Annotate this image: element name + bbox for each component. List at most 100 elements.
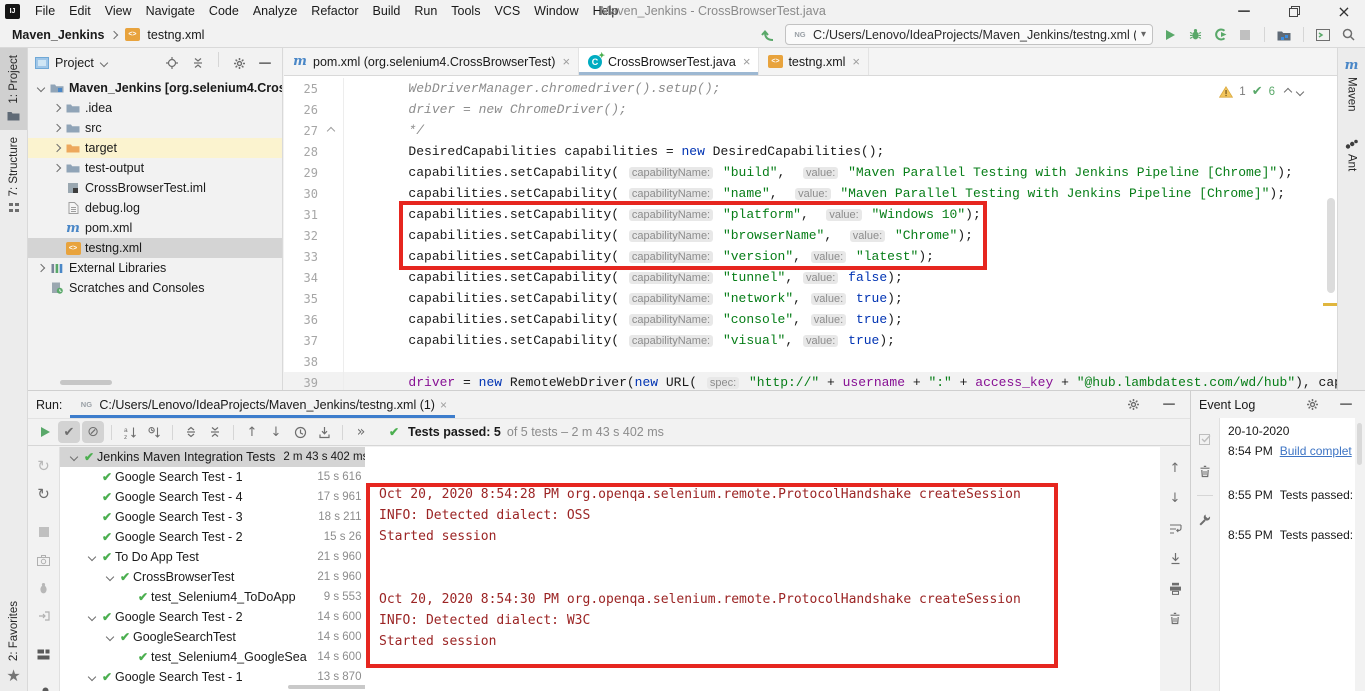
test-tree-row[interactable]: ✔GoogleSearchTest14 s 600 ms xyxy=(60,627,388,647)
code-line-28[interactable]: 28 DesiredCapabilities capabilities = ne… xyxy=(284,141,1337,162)
code-line-34[interactable]: 34 capabilities.setCapability( capabilit… xyxy=(284,267,1337,288)
editor-tab-1[interactable]: C✦CrossBrowserTest.java× xyxy=(579,48,759,75)
search-icon[interactable] xyxy=(1337,24,1359,46)
code-line-32[interactable]: 32 capabilities.setCapability( capabilit… xyxy=(284,225,1337,246)
layout-icon[interactable] xyxy=(33,643,55,665)
markread-icon[interactable] xyxy=(1194,428,1216,450)
sort-duration-icon[interactable] xyxy=(143,421,165,443)
menu-tools[interactable]: Tools xyxy=(444,4,487,18)
code-line-38[interactable]: 38 xyxy=(284,351,1337,372)
project-tree-row[interactable]: .idea xyxy=(28,98,282,118)
next-icon[interactable]: ↓ xyxy=(1164,487,1186,509)
code-line-33[interactable]: 33 capabilities.setCapability( capabilit… xyxy=(284,246,1337,267)
project-tree-row[interactable]: target xyxy=(28,138,282,158)
filter-pass-icon[interactable]: ✔ xyxy=(58,421,80,443)
close-tab-icon[interactable]: × xyxy=(440,398,447,412)
breadcrumb-file[interactable]: testng.xml xyxy=(147,28,204,42)
stop-icon[interactable] xyxy=(33,521,55,543)
project-tree-row[interactable]: CrossBrowserTest.iml xyxy=(28,178,282,198)
project-tree-row[interactable]: External Libraries xyxy=(28,258,282,278)
menu-file[interactable]: File xyxy=(28,4,62,18)
terminal-icon[interactable] xyxy=(1312,24,1334,46)
chevron-right-icon[interactable] xyxy=(50,165,64,171)
chevron-down-icon[interactable] xyxy=(84,614,99,620)
test-tree-row[interactable]: ✔To Do App Test21 s 960 ms xyxy=(60,547,388,567)
test-tree-row[interactable]: ✔CrossBrowserTest21 s 960 ms xyxy=(60,567,388,587)
test-tree-row[interactable]: ✔Google Search Test - 318 s 211 ms xyxy=(60,507,388,527)
play-icon[interactable] xyxy=(1159,24,1181,46)
project-tree-row[interactable]: <>testng.xml xyxy=(28,238,282,258)
event-log-scrollbar[interactable] xyxy=(1357,423,1362,465)
gear-icon[interactable] xyxy=(228,52,250,74)
project-hscrollbar[interactable] xyxy=(60,380,112,385)
close-icon[interactable]: × xyxy=(1333,0,1355,22)
softwrap-icon[interactable] xyxy=(1164,517,1186,539)
exit-icon[interactable] xyxy=(33,605,55,627)
menu-view[interactable]: View xyxy=(98,4,139,18)
console-output[interactable]: Oct 20, 2020 8:54:28 PM org.openqa.selen… xyxy=(365,447,1160,691)
chevron-right-icon[interactable] xyxy=(50,105,64,111)
toolwindow-structure-button[interactable]: 7: Structure xyxy=(0,130,27,222)
coverage-icon[interactable] xyxy=(1209,24,1231,46)
prev-icon[interactable]: ↑ xyxy=(241,421,263,443)
test-tree-row[interactable]: ✔Jenkins Maven Integration Tests2 m 43 s… xyxy=(60,447,388,467)
locate-icon[interactable] xyxy=(161,52,183,74)
menu-build[interactable]: Build xyxy=(366,4,408,18)
rerun-failed-icon[interactable]: ↻ xyxy=(33,483,55,505)
test-tree-row[interactable]: ✔test_Selenium4_GoogleSea14 s 600 ms xyxy=(60,647,388,667)
import-icon[interactable] xyxy=(313,421,335,443)
next-icon[interactable]: ↓ xyxy=(265,421,287,443)
prev-icon[interactable]: ↑ xyxy=(1164,457,1186,479)
menu-edit[interactable]: Edit xyxy=(62,4,98,18)
toolwindow-maven-button[interactable]: m Maven xyxy=(1345,58,1359,112)
history-icon[interactable] xyxy=(289,421,311,443)
trash-icon[interactable] xyxy=(1194,460,1216,482)
project-tree-row[interactable]: debug.log xyxy=(28,198,282,218)
test-tree-row[interactable]: ✔Google Search Test - 115 s 616 ms xyxy=(60,467,388,487)
chevron-down-icon[interactable] xyxy=(34,85,48,91)
code-line-27[interactable]: 27 */ xyxy=(284,120,1337,141)
filter-ignored-icon[interactable]: ⊘ xyxy=(82,421,104,443)
collapse-all-icon[interactable] xyxy=(204,421,226,443)
test-tree-row[interactable]: ✔test_Selenium4_ToDoApp9 s 553 ms xyxy=(60,587,388,607)
project-tree-row[interactable]: Maven_Jenkins [org.selenium4.CrossBr xyxy=(28,78,282,98)
run-config-select[interactable]: NG C:/Users/Lenovo/IdeaProjects/Maven_Je… xyxy=(785,24,1153,45)
code-line-29[interactable]: 29 capabilities.setCapability( capabilit… xyxy=(284,162,1337,183)
expand-all-icon[interactable] xyxy=(180,421,202,443)
minimize-icon[interactable]: — xyxy=(1233,0,1255,22)
chevron-down-icon[interactable] xyxy=(84,674,99,680)
toolwindow-favorites-button[interactable]: 2: Favorites ★ xyxy=(0,594,27,691)
editor-tab-2[interactable]: <>testng.xml× xyxy=(759,48,869,75)
chevron-right-icon[interactable] xyxy=(34,265,48,271)
project-folder-icon[interactable] xyxy=(1273,24,1295,46)
test-tree-row[interactable]: ✔Google Search Test - 417 s 961 ms xyxy=(60,487,388,507)
project-tree-row[interactable]: src xyxy=(28,118,282,138)
hide-icon[interactable]: — xyxy=(254,52,276,74)
code-line-30[interactable]: 30 capabilities.setCapability( capabilit… xyxy=(284,183,1337,204)
code-line-37[interactable]: 37 capabilities.setCapability( capabilit… xyxy=(284,330,1337,351)
close-tab-icon[interactable]: × xyxy=(743,54,751,69)
event-link[interactable]: Build complet xyxy=(1280,444,1352,458)
pin-icon[interactable] xyxy=(33,681,55,691)
trash-icon[interactable] xyxy=(1164,607,1186,629)
run-tab[interactable]: NG C:/Users/Lenovo/IdeaProjects/Maven_Je… xyxy=(70,391,455,418)
fold-marker-icon[interactable] xyxy=(318,120,344,141)
menu-analyze[interactable]: Analyze xyxy=(246,4,304,18)
test-tree-row[interactable]: ✔Google Search Test - 214 s 600 ms xyxy=(60,607,388,627)
hide-icon[interactable]: — xyxy=(1158,394,1180,416)
hide-icon[interactable]: — xyxy=(1335,394,1357,416)
close-tab-icon[interactable]: × xyxy=(852,54,860,69)
close-tab-icon[interactable]: × xyxy=(562,54,570,69)
chevron-right-icon[interactable] xyxy=(50,125,64,131)
maximize-icon[interactable] xyxy=(1283,0,1305,22)
menu-code[interactable]: Code xyxy=(202,4,246,18)
toolwindow-project-button[interactable]: 1: Project xyxy=(0,48,27,130)
toolwindow-ant-button[interactable]: Ant xyxy=(1345,138,1359,171)
menu-window[interactable]: Window xyxy=(527,4,585,18)
menu-vcs[interactable]: VCS xyxy=(487,4,527,18)
project-tree-row[interactable]: test-output xyxy=(28,158,282,178)
code-area[interactable]: 25 WebDriverManager.chromedriver().setup… xyxy=(284,78,1337,390)
gear-icon[interactable] xyxy=(1301,394,1323,416)
chevron-down-icon[interactable] xyxy=(102,634,117,640)
more-icon[interactable]: » xyxy=(350,421,372,443)
